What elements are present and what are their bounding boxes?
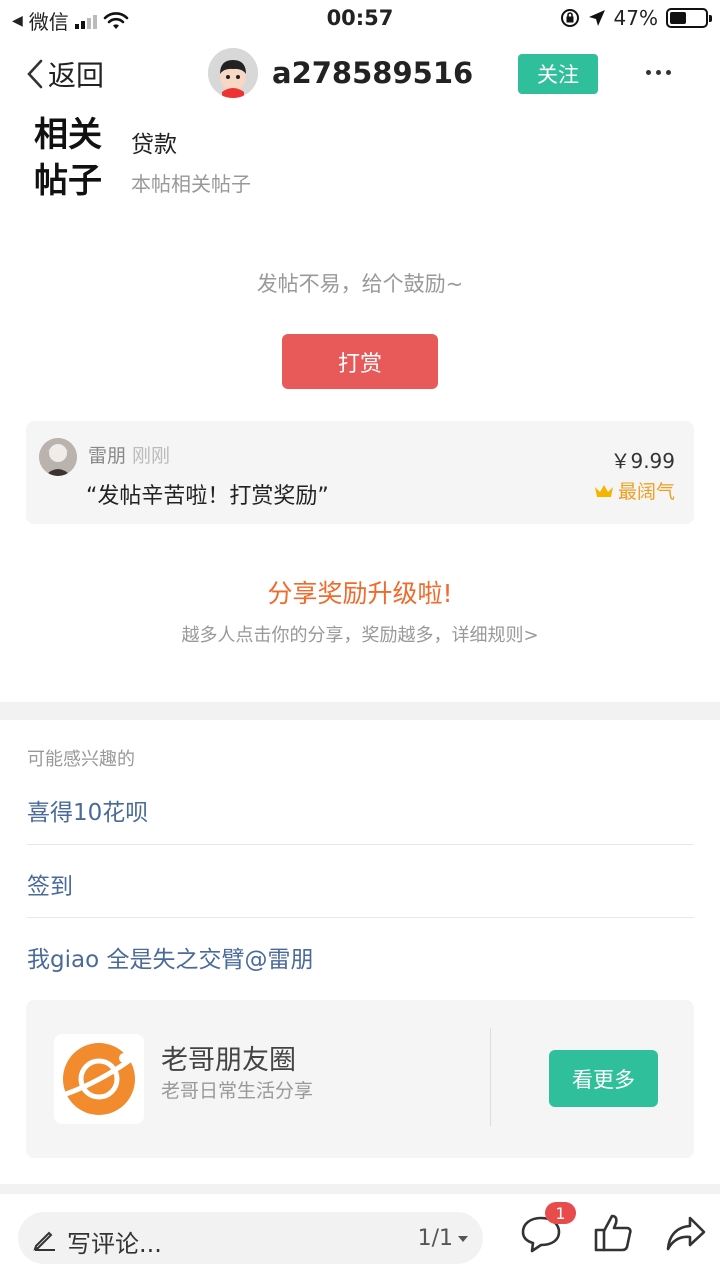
page-selector[interactable]: 1/1 [418,1226,469,1251]
nav-bar: 返回 a278589516 关注 [0,40,720,110]
author-avatar[interactable] [208,48,258,98]
list-divider [27,917,694,918]
related-post-link[interactable]: 贷款 [131,125,177,159]
circle-description: 老哥日常生活分享 [161,1080,314,1102]
location-icon [588,10,605,26]
tipper-name-line: 雷朋 刚刚 [88,441,170,468]
top-tipper-label: 最阔气 [617,481,675,503]
orientation-lock-icon [560,9,579,27]
circle-logo [54,1034,144,1124]
reward-button[interactable]: 打赏 [282,334,438,389]
battery-icon [666,8,712,28]
comment-placeholder: 写评论... [67,1230,162,1258]
card-separator [490,1028,491,1126]
comment-input[interactable]: 写评论... 1/1 [18,1212,483,1264]
author-username[interactable]: a278589516 [272,56,473,90]
share-reward-rules-link[interactable]: 越多人点击你的分享，奖励越多，详细规则> [0,621,720,647]
share-icon[interactable] [665,1214,707,1254]
tip-message: “发帖辛苦啦！打赏奖励” [86,484,329,509]
pencil-icon [33,1231,55,1251]
author-info[interactable]: a278589516 [208,48,473,98]
back-button[interactable]: 返回 [26,54,104,94]
chevron-left-icon [27,59,43,89]
section-divider [0,1184,720,1194]
interest-item[interactable]: 签到 [27,867,73,901]
status-bar: ◀ 微信 00:57 47% [0,0,720,36]
bottom-action-bar: 写评论... 1/1 1 [0,1194,720,1280]
related-posts-subtitle: 本帖相关帖子 [131,172,251,196]
list-divider [27,844,694,845]
circle-name: 老哥朋友圈 [161,1045,296,1076]
thumbs-up-icon[interactable] [593,1212,633,1254]
circle-card[interactable]: 老哥朋友圈 老哥日常生活分享 看更多 [26,1000,694,1158]
status-right: 47% [560,6,712,30]
section-divider [0,702,720,720]
app-root: ◀ 微信 00:57 47% 返回 a278589516 关注 相关帖子 贷款 … [0,0,720,1280]
tip-record-card: 雷朋 刚刚 “发帖辛苦啦！打赏奖励” ￥9.99 最阔气 [26,421,694,524]
page-indicator: 1/1 [417,1226,453,1251]
tipper-avatar[interactable] [39,438,77,476]
share-reward-title[interactable]: 分享奖励升级啦! [0,574,720,610]
tipper-name[interactable]: 雷朋 [88,445,126,467]
follow-button[interactable]: 关注 [518,54,598,94]
tip-amount: ￥9.99 [610,449,675,473]
interest-item[interactable]: 喜得10花呗 [27,793,148,827]
back-label: 返回 [48,59,105,92]
interest-item[interactable]: 我giao 全是失之交臂@雷朋 [27,940,313,974]
battery-percent: 47% [613,6,658,30]
interest-section-label: 可能感兴趣的 [27,749,135,770]
caret-down-icon [458,1235,468,1242]
comment-count-badge: 1 [545,1202,576,1224]
planet-icon [63,1043,135,1115]
see-more-button[interactable]: 看更多 [549,1050,658,1107]
tip-time: 刚刚 [132,445,171,467]
encourage-text: 发帖不易，给个鼓励~ [256,272,464,296]
top-tipper-badge: 最阔气 [594,477,675,504]
crown-icon [594,484,613,497]
more-options-icon[interactable] [646,70,671,75]
related-posts-title: 相关帖子 [34,115,102,201]
